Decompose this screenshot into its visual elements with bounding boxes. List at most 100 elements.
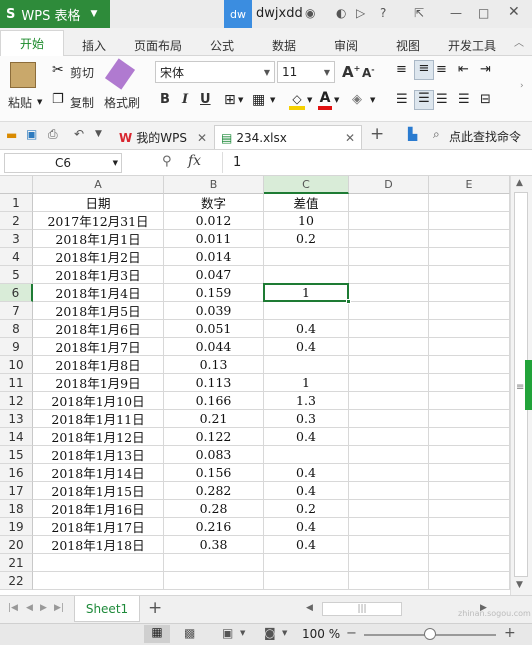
table-cell[interactable]	[429, 446, 510, 464]
table-cell[interactable]	[429, 518, 510, 536]
cell-style-icon[interactable]: ▦	[252, 92, 265, 108]
table-cell[interactable]	[349, 446, 429, 464]
table-cell[interactable]: 0.21	[164, 410, 264, 428]
first-sheet-icon[interactable]: |◀	[8, 603, 18, 613]
table-cell[interactable]: 0.4	[264, 464, 349, 482]
help-icon[interactable]: ?	[380, 6, 386, 20]
zoom-in-icon[interactable]: +	[504, 625, 516, 641]
ribbon-scroll-icon[interactable]: ›	[520, 81, 524, 91]
table-cell[interactable]: 0.38	[164, 536, 264, 554]
column-header-e[interactable]: E	[429, 176, 510, 194]
cut-button[interactable]: 剪切	[70, 64, 94, 81]
table-cell[interactable]: 2018年1月1日	[33, 230, 164, 248]
sheet-tab-sheet1[interactable]: Sheet1	[74, 596, 140, 622]
table-cell[interactable]: 0.4	[264, 518, 349, 536]
table-cell[interactable]: 0.012	[164, 212, 264, 230]
table-cell[interactable]	[429, 302, 510, 320]
table-cell[interactable]	[429, 248, 510, 266]
table-cell[interactable]	[349, 428, 429, 446]
table-cell[interactable]	[349, 230, 429, 248]
tab-page-layout[interactable]: 页面布局	[134, 37, 182, 54]
table-cell[interactable]: 0.13	[164, 356, 264, 374]
table-cell[interactable]	[429, 284, 510, 302]
print-preview-icon[interactable]: ⎙	[48, 127, 58, 142]
row-header[interactable]: 2	[0, 212, 33, 230]
table-cell[interactable]: 2018年1月17日	[33, 518, 164, 536]
table-cell[interactable]: 0.014	[164, 248, 264, 266]
table-cell[interactable]	[429, 212, 510, 230]
table-cell[interactable]	[429, 320, 510, 338]
distributed-icon[interactable]: ⊟	[480, 92, 491, 107]
paste-button[interactable]: 粘贴	[8, 94, 32, 111]
zoom-out-icon[interactable]: −	[346, 626, 357, 641]
normal-view-icon[interactable]: ▦	[144, 625, 170, 643]
table-cell[interactable]	[349, 536, 429, 554]
table-cell[interactable]	[349, 392, 429, 410]
table-cell[interactable]	[264, 446, 349, 464]
table-cell[interactable]	[349, 194, 429, 212]
table-cell[interactable]: 2018年1月16日	[33, 500, 164, 518]
table-cell[interactable]: 2018年1月11日	[33, 410, 164, 428]
row-header[interactable]: 12	[0, 392, 33, 410]
table-cell[interactable]: 2018年1月5日	[33, 302, 164, 320]
row-header[interactable]: 9	[0, 338, 33, 356]
fill-color-icon[interactable]: ◇	[289, 92, 305, 110]
table-cell[interactable]: 2018年1月18日	[33, 536, 164, 554]
table-cell[interactable]	[349, 482, 429, 500]
format-painter-button[interactable]: 格式刷	[104, 94, 140, 111]
chevron-down-icon[interactable]: ▼	[240, 629, 245, 637]
table-cell[interactable]: 2018年1月6日	[33, 320, 164, 338]
table-cell[interactable]	[429, 230, 510, 248]
scroll-left-icon[interactable]: ◀	[306, 603, 313, 613]
table-cell[interactable]	[33, 554, 164, 572]
spreadsheet-grid[interactable]: A B C D E 1 日期 数字 差值 2 2017年12月31日 0.012 10 3 2018年1月1…	[0, 176, 510, 595]
indent-decrease-icon[interactable]: ⇤	[458, 62, 469, 77]
tab-insert[interactable]: 插入	[82, 37, 106, 54]
name-box[interactable]: C6 ▼	[4, 153, 122, 173]
table-cell[interactable]	[429, 554, 510, 572]
table-cell[interactable]	[429, 374, 510, 392]
row-header[interactable]: 14	[0, 428, 33, 446]
table-cell[interactable]: 0.051	[164, 320, 264, 338]
folder-icon[interactable]: ▬	[6, 128, 17, 142]
table-cell[interactable]: 0.28	[164, 500, 264, 518]
table-cell[interactable]	[349, 464, 429, 482]
row-header[interactable]: 22	[0, 572, 33, 590]
table-cell[interactable]: 0.2	[264, 500, 349, 518]
table-cell[interactable]	[264, 356, 349, 374]
chevron-down-icon[interactable]: ▼	[37, 98, 42, 106]
tab-formulas[interactable]: 公式	[210, 37, 234, 54]
page-layout-view-icon[interactable]: ▣	[222, 626, 233, 640]
row-header[interactable]: 19	[0, 518, 33, 536]
table-cell[interactable]: 2018年1月2日	[33, 248, 164, 266]
table-cell[interactable]	[429, 464, 510, 482]
row-header[interactable]: 13	[0, 410, 33, 428]
table-cell[interactable]	[264, 572, 349, 590]
chevron-down-icon[interactable]: ▼	[307, 96, 312, 104]
column-header-d[interactable]: D	[349, 176, 429, 194]
scroll-down-icon[interactable]: ▼	[516, 580, 523, 590]
close-icon[interactable]: ✕	[508, 4, 520, 20]
prev-sheet-icon[interactable]: ◀	[26, 603, 33, 613]
chevron-down-icon[interactable]: ▼	[334, 96, 339, 104]
table-cell[interactable]: 1	[264, 284, 349, 302]
command-search-box[interactable]: 点此查找命令	[449, 128, 521, 145]
table-cell[interactable]: 0.039	[164, 302, 264, 320]
horizontal-scrollbar-thumb[interactable]: |||	[322, 602, 402, 616]
table-cell[interactable]: 1.3	[264, 392, 349, 410]
row-header[interactable]: 1	[0, 194, 33, 212]
column-header-c[interactable]: C	[264, 176, 349, 194]
table-cell[interactable]: 1	[264, 374, 349, 392]
table-cell[interactable]	[33, 572, 164, 590]
table-cell[interactable]: 0.4	[264, 428, 349, 446]
row-header[interactable]: 20	[0, 536, 33, 554]
select-all-corner[interactable]	[0, 176, 33, 194]
table-cell[interactable]: 2018年1月15日	[33, 482, 164, 500]
table-cell[interactable]	[349, 374, 429, 392]
chevron-down-icon[interactable]: ▼	[270, 96, 275, 104]
formula-input[interactable]: 1	[222, 152, 527, 173]
table-cell[interactable]	[429, 338, 510, 356]
table-cell[interactable]: 0.2	[264, 230, 349, 248]
fill-handle[interactable]	[346, 299, 351, 304]
table-cell[interactable]	[429, 392, 510, 410]
